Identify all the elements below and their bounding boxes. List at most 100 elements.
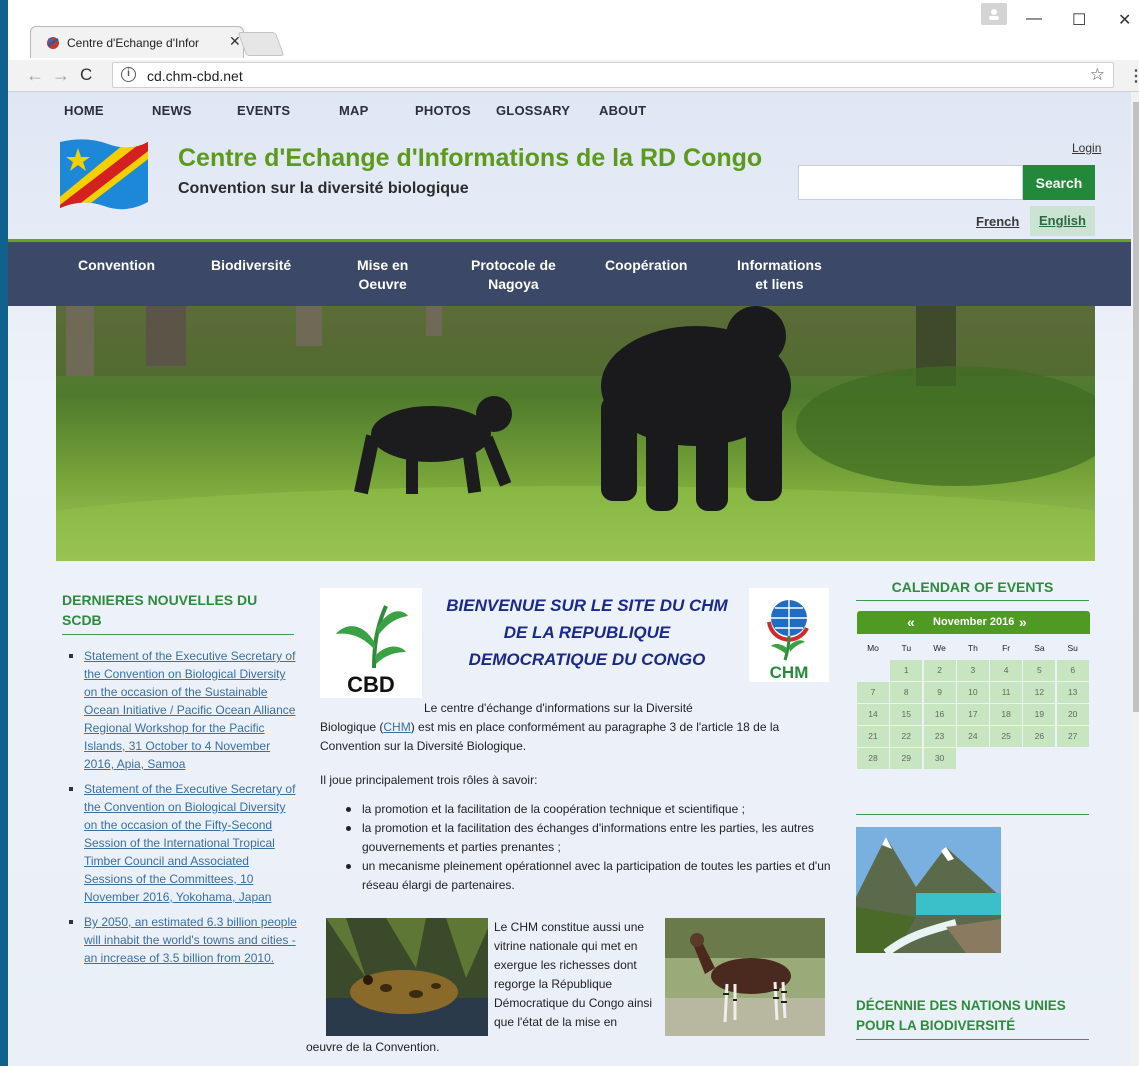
nav-protocole-nagoya[interactable]: Protocole de Nagoya bbox=[471, 256, 556, 294]
calendar-day[interactable]: 17 bbox=[956, 704, 989, 725]
calendar-weekday: We bbox=[933, 643, 946, 653]
calendar-day[interactable]: 8 bbox=[890, 682, 923, 703]
topmenu-news[interactable]: NEWS bbox=[152, 103, 192, 118]
calendar-day[interactable]: 19 bbox=[1023, 704, 1056, 725]
calendar-month: November 2016 bbox=[933, 616, 1015, 628]
calendar-day[interactable]: 24 bbox=[956, 726, 989, 747]
lang-french-link[interactable]: French bbox=[976, 214, 1019, 229]
calendar-empty-cell bbox=[857, 660, 889, 681]
topmenu-photos[interactable]: PHOTOS bbox=[415, 103, 471, 118]
browser-tab[interactable]: Centre d'Echange d'Infor ✕ bbox=[30, 26, 244, 58]
calendar-day[interactable]: 25 bbox=[990, 726, 1023, 747]
chm-paragraph: Le CHM constitue aussi une vitrine natio… bbox=[494, 920, 653, 1029]
calendar-day[interactable]: 6 bbox=[1056, 660, 1089, 681]
nav-informations-liens[interactable]: Informations et liens bbox=[737, 256, 822, 294]
calendar-day[interactable]: 10 bbox=[956, 682, 989, 703]
calendar-day[interactable]: 27 bbox=[1056, 726, 1089, 747]
section-divider bbox=[856, 814, 1089, 815]
calendar-day[interactable]: 2 bbox=[923, 660, 956, 681]
calendar-day[interactable]: 11 bbox=[990, 682, 1023, 703]
reload-icon[interactable]: C bbox=[80, 65, 92, 85]
calendar-day[interactable]: 21 bbox=[857, 726, 889, 747]
calendar-day[interactable]: 22 bbox=[890, 726, 923, 747]
roles-list: la promotion et la facilitation de la co… bbox=[338, 800, 832, 895]
calendar-day[interactable]: 16 bbox=[923, 704, 956, 725]
minimize-icon[interactable]: — bbox=[1026, 10, 1042, 28]
profile-icon[interactable] bbox=[981, 3, 1007, 25]
lang-english-link[interactable]: English bbox=[1030, 206, 1095, 236]
address-toolbar: ← → C i cd.chm-cbd.net ☆ ⋮ bbox=[8, 60, 1139, 92]
calendar-empty-cell bbox=[1057, 748, 1089, 769]
cbd-logo: CBD bbox=[320, 588, 422, 698]
calendar-week: 123456 bbox=[857, 660, 1090, 681]
intro-paragraph: Le centre d'échange d'informations sur l… bbox=[320, 699, 830, 756]
search-button[interactable]: Search bbox=[1023, 165, 1095, 200]
site-info-icon[interactable]: i bbox=[121, 67, 136, 82]
nav-protocole-line2: Nagoya bbox=[488, 276, 539, 292]
calendar-day[interactable]: 7 bbox=[857, 682, 889, 703]
calendar-weekday: Sa bbox=[1034, 643, 1045, 653]
forward-icon[interactable]: → bbox=[52, 65, 70, 86]
drc-flag-logo[interactable] bbox=[56, 136, 152, 216]
browser-window: Centre d'Echange d'Infor ✕ — ☐ ✕ ← → C i… bbox=[0, 0, 1139, 1066]
nav-convention[interactable]: Convention bbox=[78, 256, 155, 275]
calendar-week: 21 22 23 24 25 26 27 bbox=[857, 726, 1090, 747]
nav-cooperation[interactable]: Coopération bbox=[605, 256, 687, 275]
calendar-day[interactable]: 26 bbox=[1023, 726, 1056, 747]
nav-biodiversite[interactable]: Biodiversité bbox=[211, 256, 291, 275]
list-item: la promotion et la facilitation de la co… bbox=[338, 800, 832, 819]
welcome-line3: DEMOCRATIQUE DU CONGO bbox=[468, 650, 706, 669]
bookmark-star-icon[interactable]: ☆ bbox=[1090, 65, 1105, 85]
nav-convention-label: Convention bbox=[78, 257, 155, 273]
topmenu-map[interactable]: MAP bbox=[339, 103, 369, 118]
calendar-weekday: Su bbox=[1067, 643, 1078, 653]
calendar-day[interactable]: 5 bbox=[1023, 660, 1056, 681]
topmenu-home[interactable]: HOME bbox=[64, 103, 104, 118]
calendar-day[interactable]: 4 bbox=[990, 660, 1023, 681]
url-text: cd.chm-cbd.net bbox=[147, 68, 243, 84]
search-input[interactable] bbox=[798, 165, 1023, 200]
calendar-day[interactable]: 18 bbox=[990, 704, 1023, 725]
topmenu-about[interactable]: ABOUT bbox=[599, 103, 646, 118]
site-title[interactable]: Centre d'Echange d'Informations de la RD… bbox=[178, 144, 762, 173]
calendar-day[interactable]: 29 bbox=[890, 748, 923, 769]
calendar-day[interactable]: 20 bbox=[1056, 704, 1089, 725]
news-link[interactable]: By 2050, an estimated 6.3 billion people… bbox=[84, 915, 297, 965]
maximize-icon[interactable]: ☐ bbox=[1072, 10, 1086, 30]
list-item: By 2050, an estimated 6.3 billion people… bbox=[66, 913, 298, 967]
calendar-title: CALENDAR OF EVENTS bbox=[856, 579, 1089, 601]
close-window-icon[interactable]: ✕ bbox=[1118, 10, 1131, 30]
calendar-day[interactable]: 1 bbox=[890, 660, 923, 681]
calendar-day[interactable]: 14 bbox=[857, 704, 889, 725]
calendar-day[interactable]: 12 bbox=[1023, 682, 1056, 703]
tab-strip: Centre d'Echange d'Infor ✕ — ☐ ✕ bbox=[8, 0, 1139, 60]
intro-pre: Biologique ( bbox=[320, 720, 384, 734]
frog-image bbox=[326, 918, 488, 1036]
chm-link[interactable]: CHM bbox=[383, 720, 410, 734]
news-link[interactable]: Statement of the Executive Secretary of … bbox=[84, 782, 295, 904]
calendar-day[interactable]: 15 bbox=[890, 704, 923, 725]
nav-mise-en-oeuvre[interactable]: Mise en Oeuvre bbox=[357, 256, 408, 294]
back-icon[interactable]: ← bbox=[26, 65, 44, 86]
topmenu-glossary[interactable]: GLOSSARY bbox=[496, 103, 570, 118]
scrollbar-thumb[interactable] bbox=[1133, 102, 1139, 712]
topmenu-events[interactable]: EVENTS bbox=[237, 103, 290, 118]
news-link[interactable]: Statement of the Executive Secretary of … bbox=[84, 649, 295, 771]
calendar-day[interactable]: 13 bbox=[1056, 682, 1089, 703]
calendar-day[interactable]: 30 bbox=[923, 748, 956, 769]
calendar-prev-icon[interactable]: « bbox=[907, 614, 915, 630]
calendar-day[interactable]: 28 bbox=[857, 748, 889, 769]
calendar-day[interactable]: 3 bbox=[956, 660, 989, 681]
calendar-day[interactable]: 23 bbox=[923, 726, 956, 747]
nav-cooperation-label: Coopération bbox=[605, 257, 688, 273]
browser-menu-icon[interactable]: ⋮ bbox=[1128, 66, 1139, 86]
address-bar[interactable]: i cd.chm-cbd.net ☆ bbox=[112, 62, 1114, 88]
calendar-next-icon[interactable]: » bbox=[1019, 614, 1027, 630]
new-tab-button[interactable] bbox=[237, 32, 285, 56]
login-link[interactable]: Login bbox=[1072, 141, 1101, 155]
mountain-lake-image bbox=[856, 827, 1001, 953]
calendar-day[interactable]: 9 bbox=[923, 682, 956, 703]
calendar-week: Mo Tu We Th Fr Sa Su bbox=[857, 638, 1090, 659]
hero-gorillas-image bbox=[56, 306, 1095, 561]
calendar-weekday: Mo bbox=[867, 643, 879, 653]
